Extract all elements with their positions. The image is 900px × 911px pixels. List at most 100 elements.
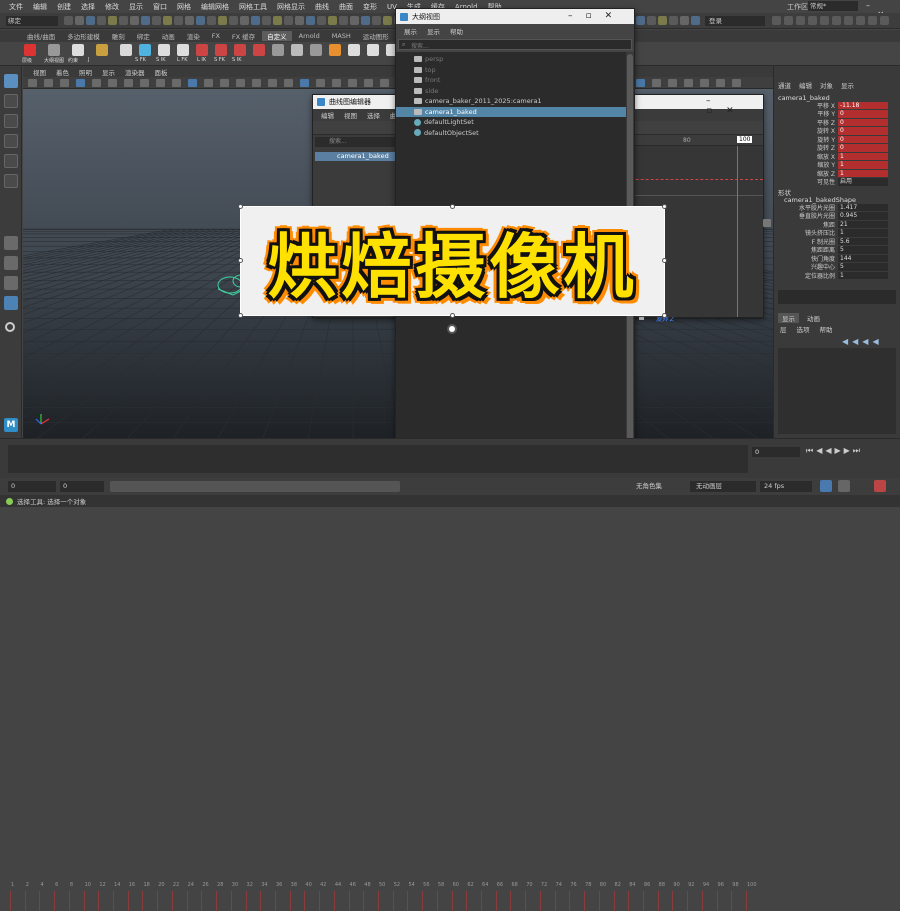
graph-editor-menu-0[interactable]: 编辑 (317, 110, 338, 120)
shelf-item-icon[interactable] (24, 44, 36, 56)
menu-item-3[interactable]: 选择 (76, 2, 100, 12)
status-tool-icon[interactable] (383, 16, 392, 25)
outliner-menu-0[interactable]: 展示 (400, 26, 421, 36)
shelf-item-icon[interactable] (72, 44, 84, 56)
status-tool-icon[interactable] (108, 16, 117, 25)
attr-value[interactable]: 144 (838, 254, 888, 262)
playback-controls-icon[interactable]: ⏮◀◀▶▶⏭ (806, 446, 863, 456)
viewport-tool-icon[interactable] (124, 79, 133, 87)
shape-attr-row[interactable]: 定位器比例 1 (774, 271, 888, 280)
attr-value[interactable]: 0 (838, 118, 888, 126)
mode-dropdown[interactable]: 绑定 (6, 16, 58, 26)
layout-four-icon[interactable] (4, 256, 18, 270)
status-right-icon[interactable] (784, 16, 793, 25)
viewport-menu-5[interactable]: 面板 (150, 67, 173, 77)
attr-value[interactable]: 1 (838, 271, 888, 279)
attr-value[interactable]: 1.417 (838, 203, 888, 211)
zoom-icon[interactable] (5, 322, 15, 332)
channel-attr-row[interactable]: 旋转 Y0 (774, 135, 888, 144)
shape-attr-row[interactable]: 焦距距离 5 (774, 246, 888, 254)
attr-value[interactable]: 0 (838, 110, 888, 118)
shape-attr-row[interactable]: 兴趣中心 5 (774, 263, 888, 271)
attr-value[interactable]: 5.6 (838, 237, 888, 245)
layer-menu-1[interactable]: 选项 (797, 324, 810, 334)
status-tool-icon[interactable] (273, 16, 282, 25)
anim-layer-dropdown[interactable]: 无动画层 (690, 481, 756, 492)
status-tool-icon[interactable] (130, 16, 139, 25)
character-set-dropdown[interactable]: 无角色集 (636, 481, 684, 492)
shelf-item-icon[interactable] (120, 44, 132, 56)
viewport-tool-icon[interactable] (348, 79, 357, 87)
select-tool-icon[interactable] (4, 74, 18, 88)
layout-two-icon[interactable] (4, 276, 18, 290)
status-tool-icon[interactable] (339, 16, 348, 25)
viewport-tool-icon[interactable] (204, 79, 213, 87)
outliner-window-controls[interactable]: –▫✕ (568, 11, 625, 21)
status-tool-icon[interactable] (185, 16, 194, 25)
status-tool-icon[interactable] (251, 16, 260, 25)
shelf-item-icon[interactable] (139, 44, 151, 56)
attr-value[interactable]: 0.945 (838, 212, 888, 220)
shelf-tab-10[interactable]: MASH (327, 32, 356, 40)
graph-editor-menu-2[interactable]: 选择 (363, 110, 384, 120)
viewport-tool-icon[interactable] (60, 79, 69, 87)
status-tool-icon[interactable] (174, 16, 183, 25)
channel-attr-row[interactable]: 缩放 Y1 (774, 161, 888, 169)
viewport-tool-icon[interactable] (28, 79, 37, 87)
attr-value[interactable]: 1 (838, 152, 888, 160)
rotate-tool-icon[interactable] (4, 154, 18, 168)
layer-tab-0[interactable]: 显示 (778, 313, 799, 323)
channel-attr-row[interactable]: 缩放 X1 (774, 152, 888, 161)
shape-attr-row[interactable]: 水平胶片光圈 1.417 (774, 203, 888, 212)
outliner-item[interactable]: persp (396, 54, 626, 64)
graph-editor-search[interactable]: 搜索... (315, 137, 395, 147)
status-tool-icon[interactable] (196, 16, 205, 25)
outliner-item[interactable]: camera1_baked (396, 106, 626, 117)
viewport-tool-icon[interactable] (652, 79, 661, 87)
range-slider-bar[interactable] (110, 481, 400, 492)
viewport-tool-icon[interactable] (716, 79, 725, 87)
status-tool-icon[interactable] (97, 16, 106, 25)
viewport-tool-icon[interactable] (684, 79, 693, 87)
menu-item-6[interactable]: 窗口 (148, 2, 172, 12)
viewport-menu-1[interactable]: 着色 (51, 67, 74, 77)
viewport-tool-icon[interactable] (284, 79, 293, 87)
menu-item-11[interactable]: 曲线 (310, 2, 334, 12)
outliner-item[interactable]: top (396, 65, 626, 75)
outliner-search-field[interactable]: ⌕ 搜索... (398, 39, 632, 50)
channel-box-tab-3[interactable]: 显示 (841, 80, 854, 90)
outliner-item[interactable]: camera_baker_2011_2025:camera1 (396, 96, 626, 106)
menu-item-12[interactable]: 曲面 (334, 2, 358, 12)
attr-value[interactable]: 5 (838, 246, 888, 254)
status-tool-icon[interactable] (64, 16, 73, 25)
status-tool-icon[interactable] (240, 16, 249, 25)
status-tool-icon[interactable] (119, 16, 128, 25)
shelf-item-icon[interactable] (272, 44, 284, 56)
shelf-item-icon[interactable] (310, 44, 322, 56)
attr-value[interactable]: 1 (838, 169, 888, 177)
outliner-menu-2[interactable]: 帮助 (446, 26, 467, 36)
viewport-tool-icon[interactable] (172, 79, 181, 87)
viewport-tool-icon[interactable] (268, 79, 277, 87)
shelf-item-icon[interactable] (96, 44, 108, 56)
channel-box-tab-0[interactable]: 通道 (778, 80, 791, 90)
menu-item-4[interactable]: 修改 (100, 2, 124, 12)
status-tool-icon[interactable] (372, 16, 381, 25)
layout-outliner-icon[interactable] (4, 296, 18, 310)
outliner-item[interactable]: defaultObjectSet (396, 128, 626, 138)
fps-dropdown[interactable]: 24 fps (760, 481, 812, 492)
shape-attr-row[interactable]: 垂直胶片光圈 0.945 (774, 212, 888, 220)
status-tool-icon[interactable] (680, 16, 689, 25)
channel-attr-row[interactable]: 旋转 Z0 (774, 144, 888, 152)
shelf-item-icon[interactable] (234, 44, 246, 56)
shape-attr-row[interactable]: F 制光圈 5.6 (774, 237, 888, 246)
status-tool-icon[interactable] (152, 16, 161, 25)
workspace-dropdown[interactable]: 常规* (808, 1, 858, 11)
status-tool-icon[interactable] (207, 16, 216, 25)
menu-item-8[interactable]: 编辑网格 (196, 2, 234, 12)
shelf-tab-8[interactable]: 自定义 (262, 31, 292, 41)
shelf-item-icon[interactable] (215, 44, 227, 56)
status-right-icon[interactable] (832, 16, 841, 25)
status-tool-icon[interactable] (295, 16, 304, 25)
attr-value[interactable]: 21 (838, 220, 888, 228)
